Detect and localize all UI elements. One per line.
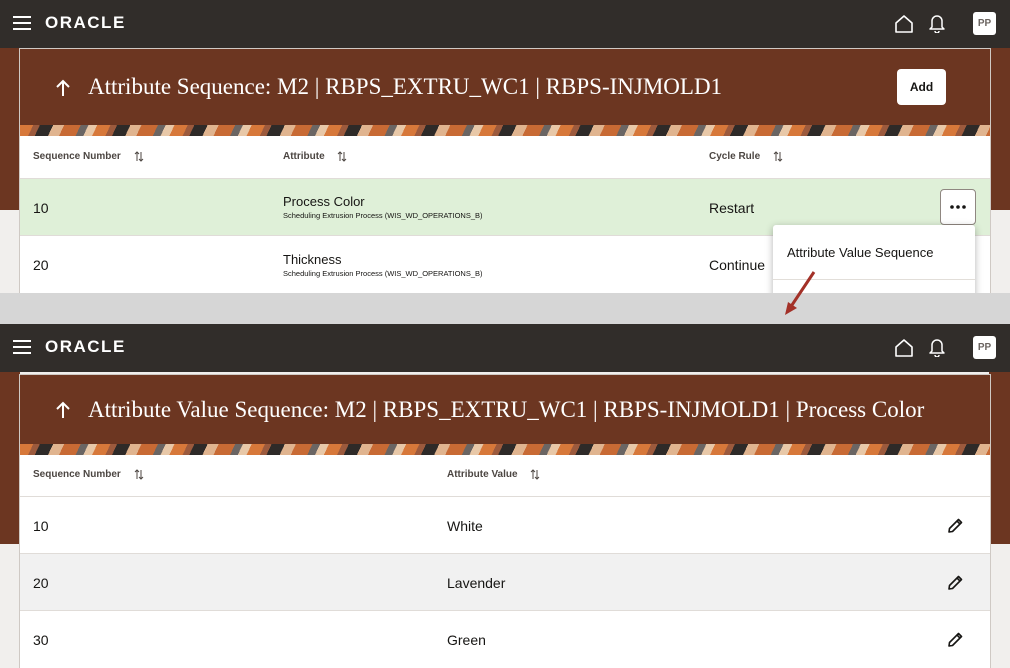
sort-icon[interactable] xyxy=(773,151,783,162)
column-header-attribute[interactable]: Attribute xyxy=(283,151,347,162)
user-avatar[interactable]: PP xyxy=(973,336,996,359)
sequence-number: 20 xyxy=(33,257,49,273)
oracle-logo: ORACLE xyxy=(45,13,126,32)
attribute-detail: Scheduling Extrusion Process (WIS_WD_OPE… xyxy=(283,211,483,220)
edit-icon[interactable] xyxy=(946,517,964,535)
page-banner: Attribute Value Sequence: M2 | RBPS_EXTR… xyxy=(20,375,990,455)
global-header: ORACLE PP xyxy=(0,0,1010,48)
sequence-number: 30 xyxy=(33,632,49,648)
page-banner: Attribute Sequence: M2 | RBPS_EXTRU_WC1 … xyxy=(20,49,990,136)
back-arrow-icon[interactable] xyxy=(54,400,72,420)
edit-icon[interactable] xyxy=(946,631,964,649)
home-icon[interactable] xyxy=(894,338,914,358)
oracle-logo: ORACLE xyxy=(45,337,126,356)
callout-arrow-icon xyxy=(785,271,816,315)
cycle-rule: Restart xyxy=(709,200,755,216)
home-icon[interactable] xyxy=(894,14,914,34)
table-row[interactable]: 30 Green xyxy=(20,610,990,668)
bell-icon[interactable] xyxy=(927,13,947,33)
column-header-sequence-number[interactable]: Sequence Number xyxy=(33,151,144,162)
attribute-value-sequence-card: Attribute Value Sequence: M2 | RBPS_EXTR… xyxy=(19,374,991,668)
menu-icon[interactable] xyxy=(13,16,31,30)
more-actions-button[interactable] xyxy=(940,189,976,225)
sequence-number: 10 xyxy=(33,200,49,216)
sort-icon[interactable] xyxy=(337,151,347,162)
attribute-value: Lavender xyxy=(447,575,506,591)
banner-edge-left xyxy=(0,372,20,544)
menu-item-attribute-value-sequence[interactable]: Attribute Value Sequence xyxy=(787,245,933,260)
attribute-sequence-panel: ORACLE PP Attribute Sequence: M2 | RBPS_… xyxy=(0,0,1010,293)
page-title: Attribute Value Sequence: M2 | RBPS_EXTR… xyxy=(88,397,925,422)
banner-edge-right xyxy=(989,372,1010,544)
banner-pattern xyxy=(20,444,990,455)
attribute-name: Process Color xyxy=(283,194,365,209)
panel-separator xyxy=(0,293,1010,324)
sequence-number: 20 xyxy=(33,575,49,591)
banner-edge-right xyxy=(989,48,1010,210)
table-row[interactable]: 10 White xyxy=(20,496,990,554)
global-header: ORACLE PP xyxy=(0,324,1010,372)
column-header-attribute-value[interactable]: Attribute Value xyxy=(447,469,540,480)
sequence-number: 10 xyxy=(33,518,49,534)
cycle-rule: Continue xyxy=(709,257,766,273)
banner-edge-left xyxy=(0,48,20,210)
column-header-sequence-number[interactable]: Sequence Number xyxy=(33,469,144,480)
edit-icon[interactable] xyxy=(946,574,964,592)
attribute-sequence-card: Attribute Sequence: M2 | RBPS_EXTRU_WC1 … xyxy=(19,48,991,293)
attribute-value: White xyxy=(447,518,483,534)
attribute-detail: Scheduling Extrusion Process (WIS_WD_OPE… xyxy=(283,269,483,278)
bell-icon[interactable] xyxy=(927,337,947,357)
sort-icon[interactable] xyxy=(530,469,540,480)
user-avatar[interactable]: PP xyxy=(973,12,996,35)
page-title: Attribute Sequence: M2 | RBPS_EXTRU_WC1 … xyxy=(88,74,723,99)
attribute-name: Thickness xyxy=(283,252,342,267)
sort-icon[interactable] xyxy=(134,469,144,480)
more-icon xyxy=(950,205,966,209)
back-arrow-icon[interactable] xyxy=(54,78,72,98)
sort-icon[interactable] xyxy=(134,151,144,162)
menu-icon[interactable] xyxy=(13,340,31,354)
add-button[interactable]: Add xyxy=(897,69,946,105)
banner-pattern xyxy=(20,125,990,136)
attribute-value: Green xyxy=(447,632,486,648)
attribute-value-sequence-panel: ORACLE PP Attribute Value Sequence: M2 |… xyxy=(0,324,1010,668)
column-header-cycle-rule[interactable]: Cycle Rule xyxy=(709,151,783,162)
table-row[interactable]: 20 Lavender xyxy=(20,553,990,611)
